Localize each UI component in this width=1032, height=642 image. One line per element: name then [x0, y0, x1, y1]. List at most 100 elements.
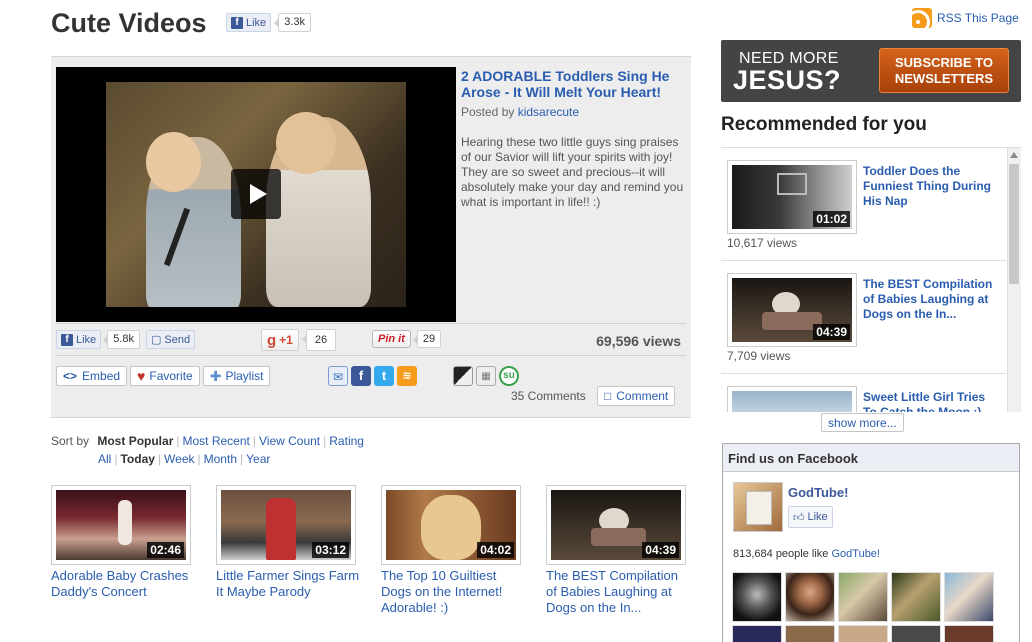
recommended-item[interactable]: Sweet Little Girl Tries To Catch the Moo…: [721, 374, 1006, 412]
grid-title[interactable]: The BEST Compilation of Babies Laughing …: [546, 568, 691, 616]
grid-thumbnail[interactable]: 04:39: [546, 485, 686, 565]
recommended-heading: Recommended for you: [721, 114, 927, 135]
grid-thumbnail[interactable]: 02:46: [51, 485, 191, 565]
sort-most-recent[interactable]: Most Recent: [183, 434, 250, 448]
author-link[interactable]: kidsarecute: [518, 105, 579, 119]
fan-avatar[interactable]: [891, 625, 941, 642]
fan-avatar[interactable]: [944, 572, 994, 622]
video-duration: 03:12: [312, 542, 349, 558]
header-like-button[interactable]: f Like: [226, 13, 272, 32]
facebook-people-page-link[interactable]: GodTube!: [831, 548, 880, 560]
rss-link[interactable]: RSS This Page: [912, 8, 1019, 28]
book-figure: [746, 491, 772, 525]
show-more-button[interactable]: show more...: [821, 413, 904, 432]
subscribe-button[interactable]: SUBSCRIBE TO NEWSLETTERS: [879, 48, 1009, 93]
posted-by-prefix: Posted by: [461, 105, 518, 119]
gplus-icon: g: [267, 331, 277, 349]
fan-avatar[interactable]: [785, 625, 835, 642]
grid-thumbnail[interactable]: 04:02: [381, 485, 521, 565]
posted-by: Posted by kidsarecute: [461, 105, 579, 119]
grid-title[interactable]: Little Farmer Sings Farm It Maybe Parody: [216, 568, 361, 600]
fan-avatar[interactable]: [891, 572, 941, 622]
gplus-label: +1: [279, 333, 293, 347]
playlist-button[interactable]: ✚ Playlist: [202, 366, 271, 386]
recommended-list: 01:02 Toddler Does the Funniest Thing Du…: [721, 147, 1021, 412]
sort-by-row: Sort by Most Popular | Most Recent | View Co…: [51, 434, 364, 448]
recommended-title[interactable]: The BEST Compilation of Babies Laughing …: [863, 277, 998, 322]
sort-view-count[interactable]: View Count: [259, 434, 320, 448]
facebook-page-like-button[interactable]: 👍︎ Like: [788, 506, 833, 528]
embed-button[interactable]: <> Embed: [56, 366, 128, 386]
recommended-item[interactable]: 04:39 The BEST Compilation of Babies Lau…: [721, 261, 1006, 374]
email-icon[interactable]: ✉: [328, 366, 348, 386]
baby-figure: [118, 500, 132, 545]
sort-rating[interactable]: Rating: [329, 434, 364, 448]
recommended-views: 7,709 views: [727, 349, 791, 363]
thumbnail-image: [732, 391, 852, 412]
facebook-people-count: 813,684 people like GodTube!: [733, 548, 880, 560]
video-player[interactable]: [56, 67, 456, 322]
fan-avatar[interactable]: [944, 625, 994, 642]
send-button[interactable]: ▢ Send: [145, 330, 196, 349]
time-year[interactable]: Year: [246, 452, 270, 466]
recommended-thumbnail[interactable]: 01:02: [727, 160, 857, 234]
sort-most-popular[interactable]: Most Popular: [97, 434, 173, 448]
grid-title[interactable]: Adorable Baby Crashes Daddy's Concert: [51, 568, 196, 600]
sort-divider: |: [323, 434, 327, 448]
grid-item[interactable]: 04:39 The BEST Compilation of Babies Lau…: [546, 485, 696, 616]
play-button[interactable]: [231, 169, 281, 219]
rss-share-icon[interactable]: ≋: [397, 366, 417, 386]
favorite-button[interactable]: ♥ Favorite: [130, 366, 200, 386]
recommended-scrollbar[interactable]: [1007, 148, 1021, 412]
recommended-title[interactable]: Sweet Little Girl Tries To Catch the Moo…: [863, 390, 998, 412]
grid-item[interactable]: 04:02 The Top 10 Guiltiest Dogs on the I…: [381, 485, 531, 616]
thumbnail-image: 02:46: [56, 490, 186, 560]
grid-thumbnail[interactable]: 03:12: [216, 485, 356, 565]
recommended-title[interactable]: Toddler Does the Funniest Thing During H…: [863, 164, 998, 209]
scroll-up-icon[interactable]: [1010, 152, 1018, 158]
recommended-item[interactable]: 01:02 Toddler Does the Funniest Thing Du…: [721, 148, 1006, 261]
time-week[interactable]: Week: [164, 452, 194, 466]
recommended-thumbnail[interactable]: 04:39: [727, 273, 857, 347]
fan-avatar[interactable]: [732, 625, 782, 642]
facebook-page-avatar[interactable]: [733, 482, 783, 532]
stumbleupon-share-icon[interactable]: su: [499, 366, 519, 386]
gplus-button[interactable]: g +1: [261, 329, 299, 351]
fan-avatar[interactable]: [785, 572, 835, 622]
time-month[interactable]: Month: [204, 452, 237, 466]
sort-divider: |: [157, 452, 162, 466]
digg-share-icon[interactable]: ▦: [476, 366, 496, 386]
favorite-label: Favorite: [149, 369, 193, 383]
scroll-thumb[interactable]: [1009, 164, 1019, 284]
comment-button[interactable]: □ Comment: [597, 386, 676, 406]
plus-icon: ✚: [209, 367, 222, 384]
time-today[interactable]: Today: [120, 452, 154, 466]
facebook-share-icon[interactable]: f: [351, 366, 371, 386]
time-all[interactable]: All: [98, 452, 111, 466]
facebook-icon: f: [61, 333, 73, 346]
recommended-thumbnail[interactable]: [727, 386, 857, 412]
toddler-right-head: [276, 112, 336, 174]
facebook-page-name[interactable]: GodTube!: [788, 485, 848, 500]
grid-item[interactable]: 02:46 Adorable Baby Crashes Daddy's Conc…: [51, 485, 201, 600]
header-like-label: Like: [246, 16, 267, 29]
farmer-figure: [266, 498, 296, 560]
video-title[interactable]: 2 ADORABLE Toddlers Sing He Arose - It W…: [461, 68, 686, 100]
video-like-button[interactable]: f Like: [56, 330, 102, 349]
grid-title[interactable]: The Top 10 Guiltiest Dogs on the Interne…: [381, 568, 526, 616]
fan-avatar[interactable]: [838, 625, 888, 642]
fan-avatar[interactable]: [838, 572, 888, 622]
facebook-heading: Find us on Facebook: [723, 444, 1019, 472]
video-duration: 04:02: [477, 542, 514, 558]
comments-count[interactable]: 35 Comments: [511, 389, 586, 403]
delicious-share-icon[interactable]: [453, 366, 473, 386]
fan-avatar[interactable]: [732, 572, 782, 622]
grid-item[interactable]: 03:12 Little Farmer Sings Farm It Maybe …: [216, 485, 366, 600]
send-icon: ▢: [150, 334, 162, 346]
pinit-button[interactable]: Pin it: [372, 330, 411, 348]
jesus-banner[interactable]: NEED MORE JESUS? SUBSCRIBE TO NEWSLETTER…: [721, 40, 1021, 102]
video-duration: 04:39: [813, 324, 850, 340]
twitter-share-icon[interactable]: t: [374, 366, 394, 386]
player-panel: 2 ADORABLE Toddlers Sing He Arose - It W…: [51, 56, 691, 418]
sort-divider: |: [252, 434, 256, 448]
